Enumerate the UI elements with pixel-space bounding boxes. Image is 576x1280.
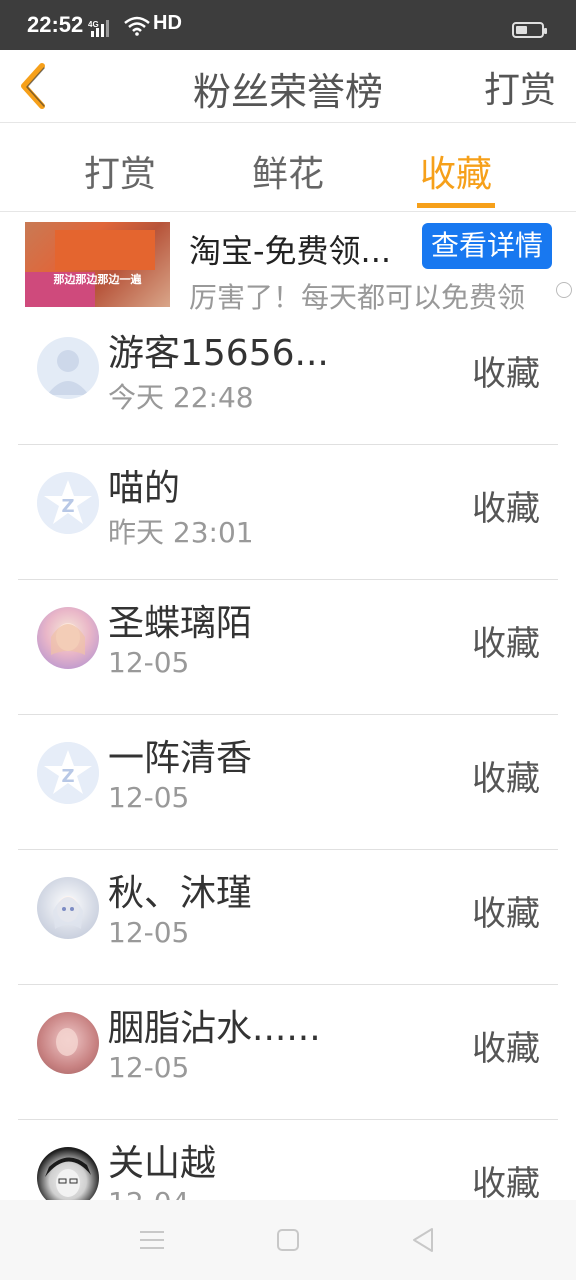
- reward-button[interactable]: 打赏: [484, 61, 556, 113]
- active-tab-indicator: [417, 203, 495, 208]
- hd-indicator: HD: [153, 12, 182, 34]
- list-item[interactable]: 游客15656... 今天 22:48 收藏: [0, 310, 576, 445]
- ad-details-button[interactable]: 查看详情: [422, 223, 552, 269]
- ad-banner[interactable]: 那边那边那边一遍 淘宝-免费领... 查看详情 厉害了！每天都可以免费领: [0, 212, 576, 314]
- battery-icon: [512, 22, 547, 38]
- tab-reward[interactable]: 打赏: [65, 145, 175, 197]
- home-icon: [277, 1229, 299, 1251]
- action-label: 收藏: [472, 759, 540, 799]
- timestamp: 12-05: [108, 1051, 190, 1084]
- timestamp: 12-05: [108, 781, 190, 814]
- list-item[interactable]: 胭脂沾水...... 12-05 收藏: [0, 985, 576, 1120]
- list-item[interactable]: Z 一阵清香 12-05 收藏: [0, 715, 576, 850]
- svg-text:Z: Z: [61, 496, 74, 517]
- back-triangle-icon: [413, 1228, 433, 1252]
- user-name: 圣蝶璃陌: [108, 603, 253, 644]
- menu-icon: [140, 1231, 164, 1249]
- list-item[interactable]: 圣蝶璃陌 12-05 收藏: [0, 580, 576, 715]
- action-label: 收藏: [472, 1164, 540, 1204]
- user-name: 游客15656...: [108, 333, 329, 374]
- network-label: 4G: [88, 20, 99, 29]
- anime-girl-avatar: [37, 877, 99, 939]
- tab-bar: 打赏 鲜花 收藏: [0, 123, 576, 212]
- battery-level: [516, 26, 527, 34]
- user-name: 喵的: [108, 468, 181, 509]
- user-name: 秋、沐瑾: [108, 873, 253, 914]
- action-label: 收藏: [472, 489, 540, 529]
- action-label: 收藏: [472, 624, 540, 664]
- wifi-icon: [124, 16, 150, 41]
- svg-text:Z: Z: [61, 766, 74, 787]
- list-item[interactable]: Z 喵的 昨天 23:01 收藏: [0, 445, 576, 580]
- ad-image-caption: 那边那边那边一遍: [53, 273, 142, 286]
- user-name: 关山越: [108, 1143, 217, 1184]
- timestamp: 12-05: [108, 646, 190, 679]
- title-bar: 粉丝荣誉榜 打赏: [0, 50, 576, 123]
- ad-image: 那边那边那边一遍: [25, 222, 170, 307]
- favorites-list: 游客15656... 今天 22:48 收藏 Z 喵的 昨天 23:01 收藏 …: [0, 310, 576, 1255]
- timestamp: 昨天 23:01: [108, 516, 254, 549]
- ad-title: 淘宝-免费领...: [189, 232, 392, 270]
- back-nav-button[interactable]: [408, 1224, 440, 1256]
- user-name: 胭脂沾水......: [108, 1008, 321, 1049]
- tab-favorites[interactable]: 收藏: [401, 145, 511, 197]
- signal-icon: 4G: [88, 20, 114, 43]
- qq-star-avatar: Z: [37, 742, 99, 804]
- status-time: 22:52: [27, 12, 84, 37]
- anime-girl-avatar: [37, 607, 99, 669]
- action-label: 收藏: [472, 894, 540, 934]
- timestamp: 今天 22:48: [108, 381, 254, 414]
- timestamp: 12-05: [108, 916, 190, 949]
- portrait-avatar: [37, 1012, 99, 1074]
- system-nav-bar: [0, 1200, 576, 1280]
- ad-info-icon[interactable]: [556, 282, 572, 298]
- status-bar: 22:52 4G HD: [0, 0, 576, 50]
- qq-star-avatar: Z: [37, 472, 99, 534]
- action-label: 收藏: [472, 354, 540, 394]
- user-name: 一阵清香: [108, 738, 253, 779]
- tab-flowers[interactable]: 鲜花: [233, 145, 343, 197]
- home-button[interactable]: [272, 1224, 304, 1256]
- list-item[interactable]: 秋、沐瑾 12-05 收藏: [0, 850, 576, 985]
- default-user-avatar: [37, 337, 99, 399]
- action-label: 收藏: [472, 1029, 540, 1069]
- menu-button[interactable]: [136, 1224, 168, 1256]
